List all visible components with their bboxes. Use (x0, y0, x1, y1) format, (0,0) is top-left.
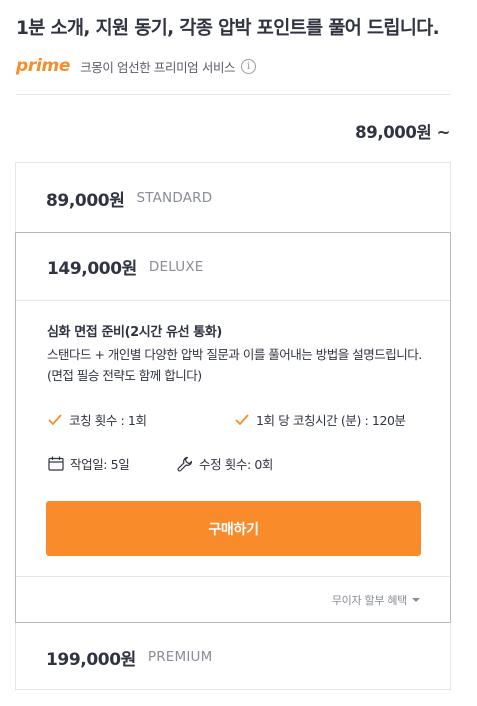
prime-logo: prime (16, 56, 71, 76)
wrench-icon (177, 456, 193, 472)
buy-button[interactable]: 구매하기 (46, 501, 421, 556)
package-name: DELUXE (148, 258, 204, 275)
package-price: 149,000원 (47, 259, 137, 279)
feature-revisions: 수정 횟수: 0회 (177, 454, 273, 473)
feature-label: 1회 당 코칭시간 (분) : 120분 (256, 413, 406, 428)
prime-description: 크몽이 엄선한 프리미엄 서비스 (80, 59, 236, 75)
installment-row: 무이자 할부 혜택 (16, 576, 450, 622)
caret-down-icon (412, 597, 420, 602)
package-price: 199,000원 (46, 649, 136, 670)
package-deluxe[interactable]: 149,000원 DELUXE (16, 233, 450, 301)
check-icon (47, 412, 63, 428)
package-price: 89,000원 (46, 190, 125, 211)
installment-benefit-toggle[interactable]: 무이자 할부 혜택 (332, 592, 420, 608)
calendar-icon (48, 456, 64, 472)
package-premium[interactable]: 199,000원 PREMIUM (16, 623, 450, 691)
package-list: 89,000원 STANDARD 149,000원 DELUXE 심화 면접 준… (15, 162, 451, 690)
feature-label: 코칭 횟수 : 1회 (69, 413, 147, 428)
package-subtitle: 심화 면접 준비(2시간 유선 통화) (47, 325, 222, 340)
feature-coaching-time: 1회 당 코칭시간 (분) : 120분 (234, 410, 406, 429)
page-title: 1분 소개, 지원 동기, 각종 압박 포인트를 풀어 드립니다. (16, 18, 440, 39)
package-description: 스탠다드 + 개인별 다양한 압박 질문과 이를 풀어내는 방법을 설명드립니다… (47, 347, 422, 383)
feature-label: 작업일: 5일 (70, 457, 130, 472)
info-icon[interactable]: i (241, 58, 257, 74)
feature-label: 수정 횟수: 0회 (199, 457, 274, 472)
check-icon (234, 412, 250, 428)
feature-work-days: 작업일: 5일 (48, 454, 130, 473)
package-deluxe-expanded: 149,000원 DELUXE 심화 면접 준비(2시간 유선 통화) 스탠다드… (15, 232, 451, 623)
divider (16, 94, 450, 95)
feature-coaching-count: 코칭 횟수 : 1회 (47, 410, 147, 429)
starting-price: 89,000원 ~ (355, 123, 450, 142)
package-name: PREMIUM (147, 649, 213, 665)
installment-label: 무이자 할부 혜택 (331, 593, 407, 607)
package-name: STANDARD (136, 190, 213, 206)
package-standard[interactable]: 89,000원 STANDARD (16, 163, 450, 233)
prime-badge-row: prime 크몽이 엄선한 프리미엄 서비스 i (16, 54, 257, 78)
